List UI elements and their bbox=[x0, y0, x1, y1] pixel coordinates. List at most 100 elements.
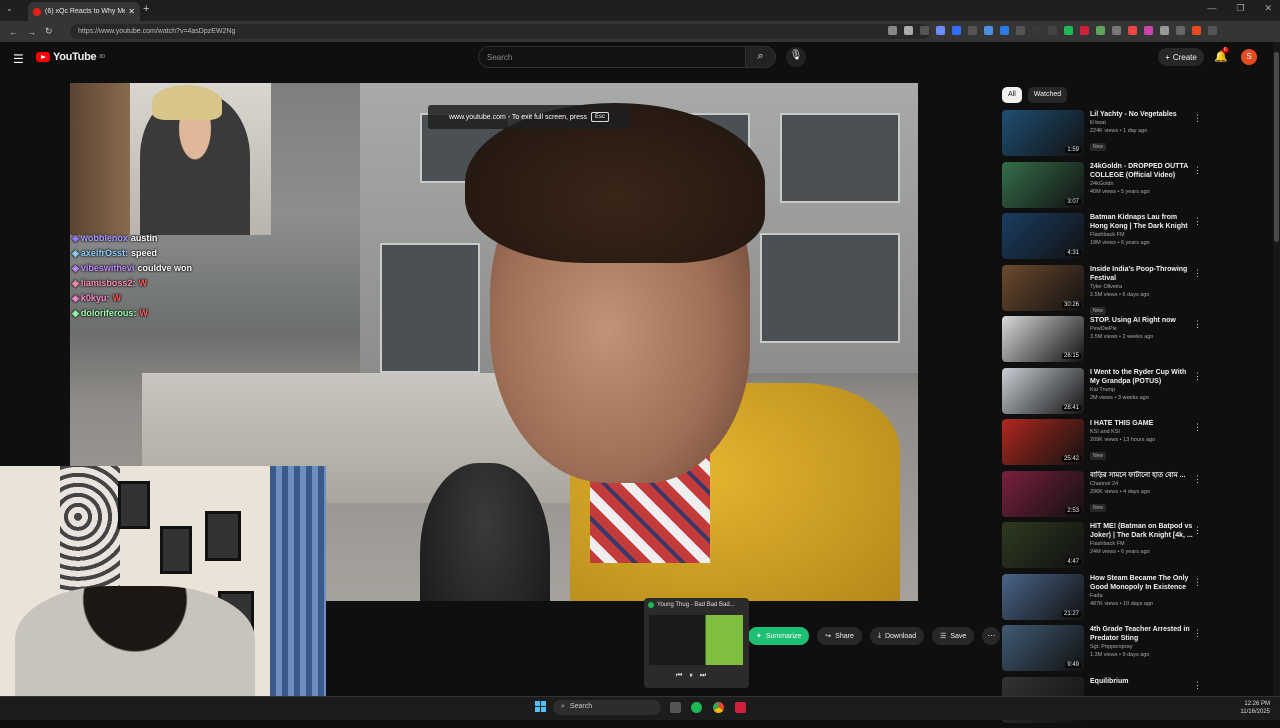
video-title[interactable]: How Steam Became The Only Good Monopoly … bbox=[1090, 574, 1196, 592]
channel-name[interactable]: 24kGoldn bbox=[1090, 180, 1196, 188]
video-title[interactable]: 24kGoldn - DROPPED OUTTA COLLEGE (Offici… bbox=[1090, 162, 1196, 180]
channel-name[interactable]: PewDiePie bbox=[1090, 325, 1196, 333]
recommendation-item[interactable]: 30:26 Inside India's Poop-Throwing Festiv… bbox=[1002, 265, 1208, 317]
chip-all[interactable]: All bbox=[1002, 87, 1022, 103]
forward-icon[interactable]: → bbox=[27, 27, 36, 37]
pause-icon[interactable]: ⏸ bbox=[689, 672, 693, 680]
extension-icon[interactable] bbox=[1048, 26, 1057, 35]
more-vertical-icon[interactable]: ⋮ bbox=[1193, 165, 1202, 176]
next-track-icon[interactable]: ⏭ bbox=[700, 672, 706, 680]
extension-icon[interactable] bbox=[1000, 26, 1009, 35]
recommendation-item[interactable]: 4:47HIT ME! (Batman on Batpod vs Joker) … bbox=[1002, 522, 1208, 574]
more-vertical-icon[interactable]: ⋮ bbox=[1193, 577, 1202, 588]
more-vertical-icon[interactable]: ⋮ bbox=[1193, 113, 1202, 124]
video-thumbnail[interactable]: 1:59 bbox=[1002, 110, 1084, 156]
youtube-logo[interactable]: YouTube 80 bbox=[36, 51, 105, 63]
channel-name[interactable]: KSI and KSI bbox=[1090, 428, 1196, 436]
video-thumbnail[interactable]: 30:26 bbox=[1002, 265, 1084, 311]
browser-menu-icon[interactable] bbox=[1208, 26, 1217, 35]
page-scrollbar[interactable] bbox=[1273, 42, 1280, 696]
video-title[interactable]: Equilibrium bbox=[1090, 677, 1196, 686]
video-title[interactable]: Batman Kidnaps Lau from Hong Kong | The … bbox=[1090, 213, 1196, 231]
extension-icon[interactable] bbox=[1128, 26, 1137, 35]
more-vertical-icon[interactable]: ⋮ bbox=[1193, 319, 1202, 330]
download-button[interactable]: ⤓ Download bbox=[870, 627, 924, 645]
save-button[interactable]: ☰ Save bbox=[932, 627, 974, 645]
search-input[interactable]: Search bbox=[478, 46, 746, 68]
browser-tab[interactable]: (6) xQc Reacts to Why Men and ✕ bbox=[28, 2, 140, 21]
account-avatar[interactable]: S bbox=[1241, 49, 1257, 65]
scrollbar-thumb[interactable] bbox=[1274, 52, 1279, 242]
more-vertical-icon[interactable]: ⋮ bbox=[1193, 268, 1202, 279]
search-button[interactable]: ⌕ bbox=[746, 46, 776, 68]
voice-search-button[interactable]: 🎙 bbox=[786, 47, 806, 67]
extension-icon[interactable] bbox=[1096, 26, 1105, 35]
extension-icon[interactable] bbox=[968, 26, 977, 35]
hamburger-menu-icon[interactable]: ☰ bbox=[13, 52, 24, 66]
windows-start-icon[interactable] bbox=[535, 701, 546, 712]
more-vertical-icon[interactable]: ⋮ bbox=[1193, 525, 1202, 536]
video-thumbnail[interactable]: 28:41 bbox=[1002, 368, 1084, 414]
more-vertical-icon[interactable]: ⋮ bbox=[1193, 474, 1202, 485]
recommendation-item[interactable]: 21:27How Steam Became The Only Good Mono… bbox=[1002, 574, 1208, 626]
recommendation-item[interactable]: 25:42I HATE THIS GAMEKSI and KSI209K vie… bbox=[1002, 419, 1208, 471]
recommendation-item[interactable]: 28:41I Went to the Ryder Cup With My Gra… bbox=[1002, 368, 1208, 420]
taskbar-search[interactable]: ⌕ Search bbox=[553, 700, 661, 715]
profile-icon[interactable] bbox=[1192, 26, 1201, 35]
video-title[interactable]: Inside India's Poop-Throwing Festival bbox=[1090, 265, 1196, 283]
create-button[interactable]: + Create bbox=[1158, 48, 1204, 66]
extension-icon[interactable] bbox=[1080, 26, 1089, 35]
extension-icon[interactable] bbox=[936, 26, 945, 35]
task-view-icon[interactable] bbox=[670, 702, 681, 713]
recommendation-item[interactable]: 3:0724kGoldn - DROPPED OUTTA COLLEGE (Of… bbox=[1002, 162, 1208, 214]
channel-name[interactable]: Tyler Oliveira bbox=[1090, 283, 1196, 291]
bookmark-star-icon[interactable] bbox=[904, 26, 913, 35]
video-title[interactable]: HIT ME! (Batman on Batpod vs Joker) | Th… bbox=[1090, 522, 1196, 540]
more-vertical-icon[interactable]: ⋮ bbox=[1193, 628, 1202, 639]
video-thumbnail[interactable]: 4:31 bbox=[1002, 213, 1084, 259]
new-tab-icon[interactable]: + bbox=[143, 3, 149, 15]
back-icon[interactable]: ← bbox=[9, 27, 18, 37]
extension-icon[interactable] bbox=[952, 26, 961, 35]
channel-name[interactable]: Fada bbox=[1090, 592, 1196, 600]
spotify-taskbar-preview[interactable]: Young Thug - Bad Bad Bad... ⏮ ⏸ ⏭ bbox=[644, 598, 749, 688]
video-thumbnail[interactable]: 2:53 bbox=[1002, 471, 1084, 517]
extension-icon[interactable] bbox=[1064, 26, 1073, 35]
tab-search-icon[interactable]: ⌄ bbox=[6, 4, 13, 13]
extension-icon[interactable] bbox=[1144, 26, 1153, 35]
video-thumbnail[interactable]: 9:49 bbox=[1002, 625, 1084, 671]
close-tab-icon[interactable]: ✕ bbox=[128, 7, 135, 16]
app-icon[interactable] bbox=[735, 702, 746, 713]
channel-name[interactable]: Flashback FM bbox=[1090, 540, 1196, 548]
video-title[interactable]: বাড়ির সামনে ফাটানো হাত বোম ... bbox=[1090, 471, 1196, 480]
recommendation-item[interactable]: 4:31 Batman Kidnaps Lau from Hong Kong | … bbox=[1002, 213, 1208, 265]
extension-icon[interactable] bbox=[1160, 26, 1169, 35]
video-title[interactable]: Lil Yachty - No Vegetables bbox=[1090, 110, 1196, 119]
more-vertical-icon[interactable]: ⋮ bbox=[1193, 422, 1202, 433]
share-button[interactable]: ↪ Share bbox=[817, 627, 862, 645]
video-title[interactable]: 4th Grade Teacher Arrested in Predator S… bbox=[1090, 625, 1196, 643]
reload-icon[interactable]: ↻ bbox=[45, 26, 53, 37]
url-field[interactable]: https://www.youtube.com/watch?v=4asDpzEW… bbox=[70, 24, 930, 39]
channel-name[interactable]: Sgt. Pepperspray bbox=[1090, 643, 1196, 651]
extension-icon[interactable] bbox=[1032, 26, 1041, 35]
channel-name[interactable]: lil boat bbox=[1090, 119, 1196, 127]
extension-icon[interactable] bbox=[1016, 26, 1025, 35]
chip-watched[interactable]: Watched bbox=[1028, 87, 1067, 103]
video-thumbnail[interactable]: 25:42 bbox=[1002, 419, 1084, 465]
more-actions-button[interactable]: ⋯ bbox=[982, 627, 1000, 645]
system-clock[interactable]: 12:26 PM 11/16/2025 bbox=[1240, 700, 1270, 716]
recommendation-item[interactable]: 1:59Lil Yachty - No Vegetableslil boat22… bbox=[1002, 110, 1208, 162]
channel-name[interactable]: Channel 24 bbox=[1090, 480, 1196, 488]
close-window-icon[interactable]: ✕ bbox=[1264, 3, 1272, 14]
video-thumbnail[interactable]: 26:15 bbox=[1002, 316, 1084, 362]
recommendation-item[interactable]: 9:49 4th Grade Teacher Arrested in Predat… bbox=[1002, 625, 1208, 677]
extension-icon[interactable] bbox=[1112, 26, 1121, 35]
extension-icon[interactable] bbox=[1176, 26, 1185, 35]
extension-icon[interactable] bbox=[920, 26, 929, 35]
previous-track-icon[interactable]: ⏮ bbox=[676, 672, 682, 680]
more-vertical-icon[interactable]: ⋮ bbox=[1193, 371, 1202, 382]
maximize-icon[interactable]: ❐ bbox=[1236, 3, 1244, 14]
more-vertical-icon[interactable]: ⋮ bbox=[1193, 216, 1202, 227]
video-title[interactable]: STOP. Using AI Right now bbox=[1090, 316, 1196, 325]
